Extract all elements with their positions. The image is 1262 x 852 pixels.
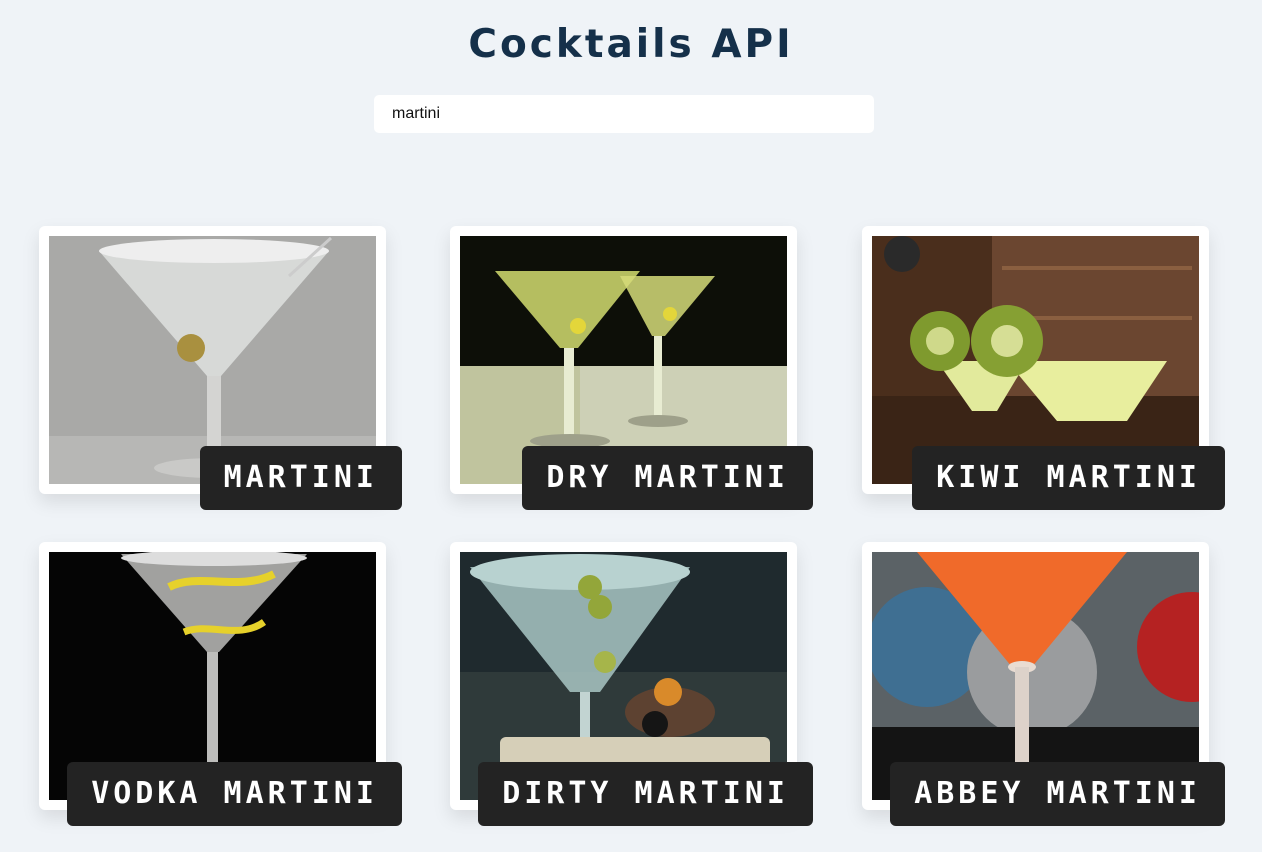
cocktail-card-kiwi-martini[interactable]: KIWI MARTINI: [862, 226, 1225, 510]
cocktail-card-abbey-martini[interactable]: ABBEY MARTINI: [862, 542, 1225, 826]
cocktail-name: VODKA MARTINI: [67, 762, 402, 826]
cocktail-name: DIRTY MARTINI: [478, 762, 813, 826]
search-input[interactable]: [374, 95, 874, 133]
cocktail-name: DRY MARTINI: [522, 446, 813, 510]
cocktail-name: KIWI MARTINI: [912, 446, 1225, 510]
cocktail-card-martini[interactable]: MARTINI: [39, 226, 402, 510]
cocktail-card-dry-martini[interactable]: DRY MARTINI: [450, 226, 813, 510]
cocktail-card-vodka-martini[interactable]: VODKA MARTINI: [39, 542, 402, 826]
cocktail-name: MARTINI: [199, 446, 402, 510]
page-title: Cocktails API: [468, 22, 794, 67]
cocktail-name: ABBEY MARTINI: [890, 762, 1225, 826]
cocktail-card-dirty-martini[interactable]: DIRTY MARTINI: [450, 542, 813, 826]
